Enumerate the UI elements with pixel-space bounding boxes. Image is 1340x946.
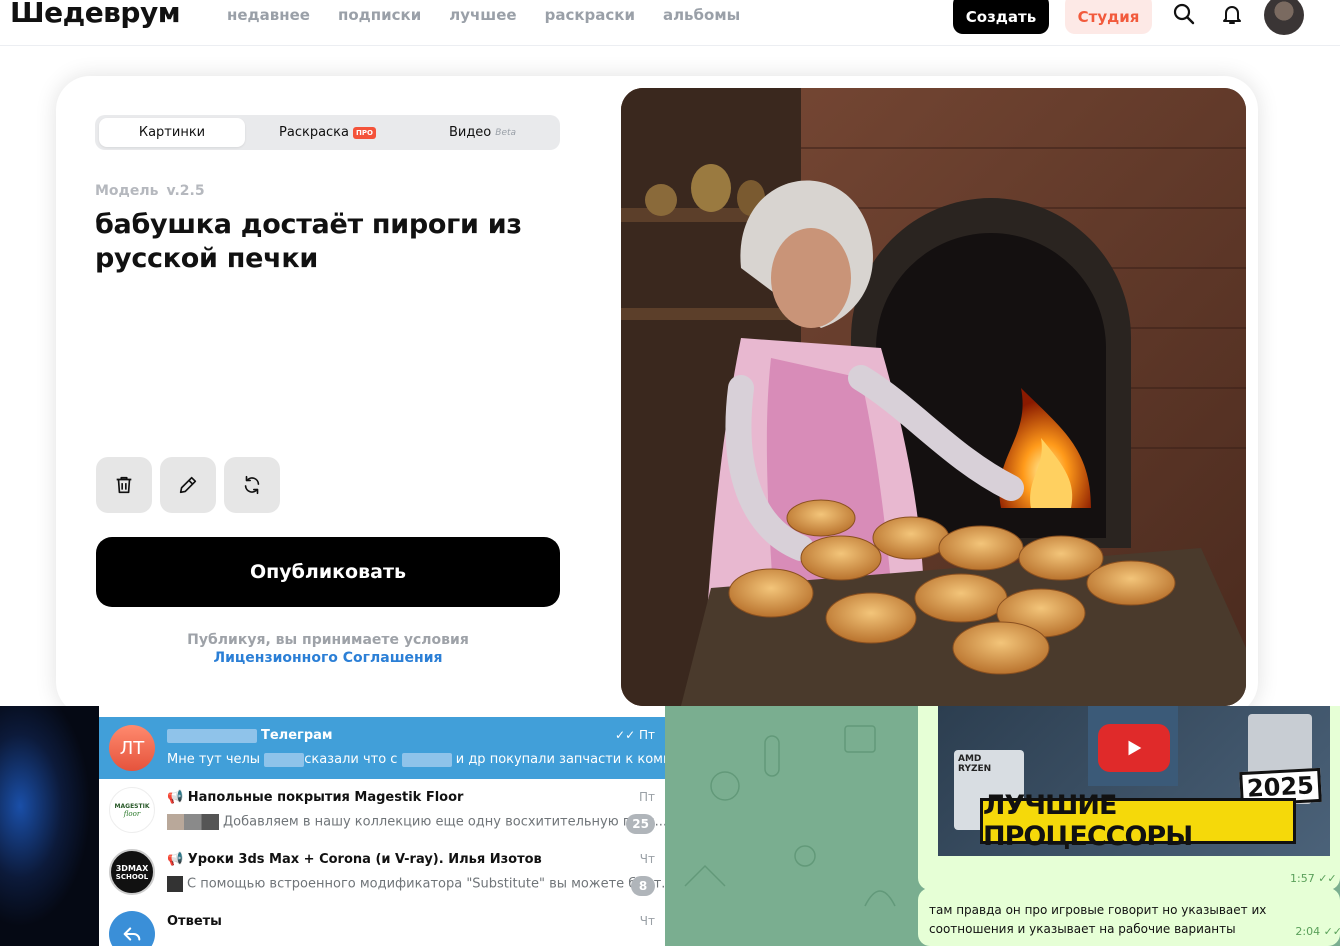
tab-video-label: Видео bbox=[448, 125, 492, 140]
megaphone-icon: 📢 bbox=[167, 790, 184, 805]
chat-name: 📢 Уроки 3ds Max + Corona (и V-ray). Илья… bbox=[167, 852, 542, 867]
chat-name-text: Телеграм bbox=[261, 728, 333, 743]
chat-row-3dmax[interactable]: 3DMAX SCHOOL 📢 Уроки 3ds Max + Corona (и … bbox=[99, 841, 674, 903]
redacted-block bbox=[401, 752, 452, 767]
mode-switcher: Картинки Раскраска ПРО Видео Beta bbox=[95, 115, 560, 150]
terms-notice: Публикуя, вы принимаете условия Лицензио… bbox=[96, 631, 560, 667]
media-time-text: 1:57 bbox=[1290, 872, 1315, 885]
model-info: Модель v.2.5 bbox=[95, 183, 205, 199]
chat-avatar: ЛТ bbox=[109, 725, 155, 771]
media-time: 1:57 ✓✓ bbox=[1290, 872, 1337, 885]
terms-text: Публикуя, вы принимаете условия bbox=[187, 632, 469, 648]
trash-icon bbox=[116, 476, 132, 494]
telegram-folders-sidebar bbox=[0, 706, 99, 946]
video-title: ЛУЧШИЕ ПРОЦЕССОРЫ bbox=[980, 790, 1296, 852]
chat-name: Ответы bbox=[167, 914, 222, 929]
chat-preview-text: С помощью встроенного модификатора "Subs… bbox=[187, 876, 674, 892]
license-agreement-link[interactable]: Лицензионного Соглашения bbox=[96, 649, 560, 667]
main-nav: недавнее подписки лучшее раскраски альбо… bbox=[227, 6, 740, 24]
tab-pictures-label: Картинки bbox=[138, 125, 206, 140]
chat-list: ЛТ Телеграм Мне тут челы сказали что с и… bbox=[99, 706, 709, 946]
double-check-icon: ✓✓ bbox=[1318, 872, 1337, 885]
avatar-logo-line1: MAGESTIK bbox=[114, 802, 150, 810]
nav-albums[interactable]: альбомы bbox=[663, 6, 740, 24]
unread-count: 8 bbox=[631, 876, 655, 896]
redacted-block bbox=[264, 752, 305, 767]
delete-button[interactable] bbox=[96, 457, 152, 513]
generated-image-artwork bbox=[621, 88, 1246, 706]
chat-time: Чт bbox=[639, 852, 655, 866]
chat-preview: Мне тут челы сказали что с и др покупали… bbox=[167, 752, 709, 767]
studio-button[interactable]: Студия bbox=[1065, 0, 1152, 34]
tab-coloring-label: Раскраска bbox=[279, 125, 350, 140]
chat-name-text: Уроки 3ds Max + Corona (и V-ray). Илья И… bbox=[187, 852, 542, 867]
tab-coloring[interactable]: Раскраска ПРО bbox=[255, 118, 400, 147]
message-text: там правда он про игровые говорит но ука… bbox=[929, 903, 1267, 936]
double-check-icon: ✓✓ bbox=[1323, 925, 1340, 938]
bell-icon[interactable] bbox=[1220, 2, 1244, 26]
chat-row-telegram[interactable]: ЛТ Телеграм Мне тут челы сказали что с и… bbox=[99, 717, 709, 779]
chat-row-magestik[interactable]: MAGESTIK floor 📢 Напольные покрытия Mages… bbox=[99, 779, 667, 841]
reply-icon bbox=[123, 927, 141, 941]
chat-name: Телеграм bbox=[167, 728, 333, 743]
chat-preview: Добавляем в нашу коллекцию еще одну восх… bbox=[167, 814, 667, 830]
brand-a: AMD bbox=[958, 754, 982, 764]
message-time-text: 2:04 bbox=[1295, 925, 1321, 938]
chat-preview: С помощью встроенного модификатора "Subs… bbox=[167, 876, 674, 892]
nav-recent[interactable]: недавнее bbox=[227, 6, 310, 24]
double-check-icon: ✓✓ bbox=[615, 728, 639, 742]
chat-avatar: 3DMAX SCHOOL bbox=[109, 849, 155, 895]
play-icon bbox=[1128, 740, 1142, 756]
chat-time: Пт bbox=[638, 790, 655, 804]
create-button[interactable]: Создать bbox=[953, 0, 1049, 34]
search-icon[interactable] bbox=[1172, 2, 1196, 26]
pro-badge: ПРО bbox=[353, 126, 376, 139]
beta-badge: Beta bbox=[495, 127, 517, 138]
unread-count: 25 bbox=[626, 814, 655, 834]
nav-subscriptions[interactable]: подписки bbox=[338, 6, 421, 24]
edit-button[interactable] bbox=[160, 457, 216, 513]
publish-button[interactable]: Опубликовать bbox=[96, 537, 560, 607]
chat-preview-a: Мне тут челы bbox=[167, 752, 261, 767]
play-button[interactable] bbox=[1098, 724, 1170, 772]
megaphone-icon: 📢 bbox=[167, 852, 184, 867]
avatar-logo-line1: 3DMAX bbox=[115, 863, 149, 873]
model-label: Модель bbox=[95, 183, 159, 199]
redacted-block bbox=[167, 728, 257, 743]
chat-avatar: MAGESTIK floor bbox=[109, 787, 155, 833]
chat-time: ✓✓ Пт bbox=[615, 728, 655, 742]
text-message-bubble: там правда он про игровые говорит но ука… bbox=[918, 888, 1340, 946]
model-version: v.2.5 bbox=[166, 183, 205, 199]
video-thumbnail[interactable]: AMD RYZEN 2025 ЛУЧШИЕ ПРОЦЕССОРЫ bbox=[938, 706, 1330, 856]
chat-avatar bbox=[109, 911, 155, 946]
site-logo[interactable]: Шедеврум bbox=[10, 0, 181, 29]
regenerate-button[interactable] bbox=[224, 457, 280, 513]
generated-image[interactable] bbox=[621, 88, 1246, 706]
tab-pictures[interactable]: Картинки bbox=[99, 118, 245, 147]
message-time: 2:04 ✓✓ bbox=[1295, 925, 1340, 938]
chat-name-text: Напольные покрытия Magestik Floor bbox=[187, 790, 464, 805]
chat-row-replies[interactable]: Ответы Чт bbox=[99, 903, 665, 946]
chat-time-text: Пт bbox=[638, 728, 655, 742]
chat-preview-b: сказали что с bbox=[304, 752, 398, 767]
nav-best[interactable]: лучшее bbox=[449, 6, 516, 24]
nav-coloring[interactable]: раскраски bbox=[545, 6, 635, 24]
chat-time: Чт bbox=[639, 914, 655, 928]
brand-b: RYZEN bbox=[958, 764, 992, 774]
media-thumbnail bbox=[167, 876, 183, 892]
prompt-text: бабушка достаёт пироги из русской печки bbox=[95, 209, 522, 274]
avatar-logo-line2: SCHOOL bbox=[115, 872, 149, 881]
chat-preview-text: Добавляем в нашу коллекцию еще одну восх… bbox=[223, 814, 668, 830]
tab-video[interactable]: Видео Beta bbox=[410, 118, 555, 147]
avatar-logo-line2: floor bbox=[123, 809, 141, 818]
refresh-icon bbox=[244, 475, 260, 495]
chat-name: 📢 Напольные покрытия Magestik Floor bbox=[167, 790, 463, 805]
media-thumbnails bbox=[167, 814, 219, 830]
pencil-icon bbox=[179, 476, 197, 494]
user-avatar[interactable] bbox=[1264, 0, 1304, 35]
top-navigation-bar: Шедеврум недавнее подписки лучшее раскра… bbox=[0, 0, 1340, 46]
